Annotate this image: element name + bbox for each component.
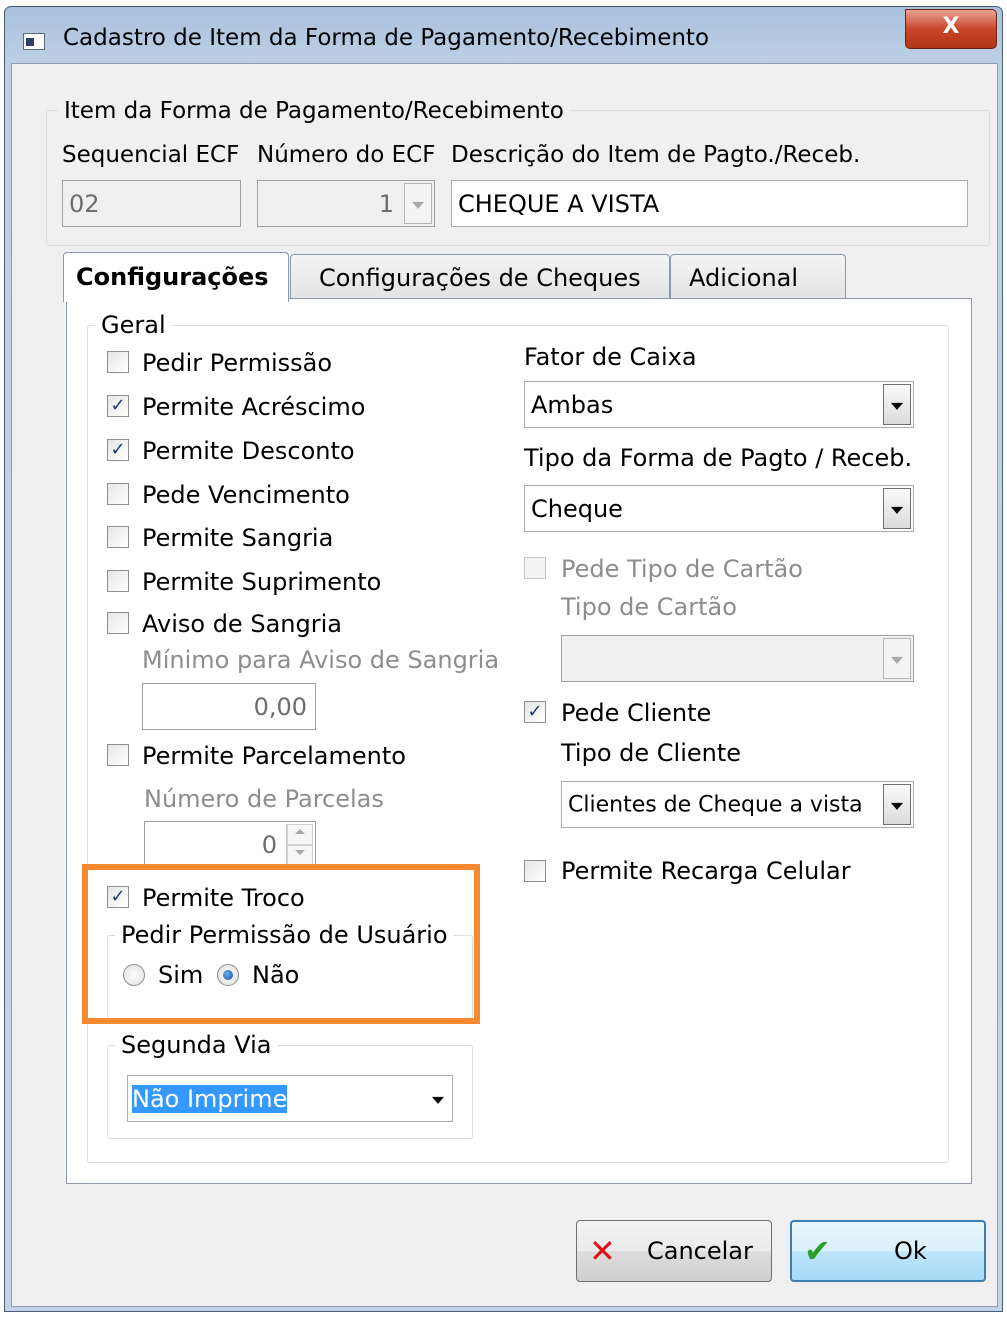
minimo-aviso-label: Mínimo para Aviso de Sangria (142, 646, 500, 674)
segunda-via-legend: Segunda Via (115, 1031, 278, 1059)
pede-tipo-cartao-checkbox[interactable] (524, 557, 546, 579)
check-icon: ✓ (110, 395, 126, 416)
title-bar[interactable]: Cadastro de Item da Forma de Pagamento/R… (5, 7, 1002, 65)
descricao-input[interactable]: CHEQUE A VISTA (451, 180, 968, 227)
close-icon: X (942, 14, 960, 39)
parcelas-stepper[interactable] (286, 824, 313, 865)
check-icon: ✓ (110, 439, 126, 460)
fator-caixa-dropdown-button[interactable] (883, 384, 911, 425)
window-icon (23, 33, 45, 50)
close-icon: ✕ (589, 1232, 616, 1270)
permite-parcelamento-checkbox[interactable] (107, 744, 129, 766)
window-title: Cadastro de Item da Forma de Pagamento/R… (63, 25, 710, 51)
chevron-down-icon (891, 656, 903, 664)
pede-cliente-label: Pede Cliente (561, 699, 712, 727)
pedir-permissao-label: Pedir Permissão (142, 349, 333, 377)
tipo-cliente-select[interactable]: Clientes de Cheque a vista (561, 781, 914, 828)
descricao-label: Descrição do Item de Pagto./Receb. (451, 142, 861, 168)
permite-sangria-checkbox[interactable] (107, 526, 129, 548)
sequencial-field[interactable]: 02 (62, 180, 241, 227)
ok-button[interactable]: ✔ Ok (790, 1220, 986, 1282)
fator-caixa-select[interactable]: Ambas (524, 381, 914, 428)
check-icon: ✔ (804, 1232, 831, 1270)
minimo-aviso-input[interactable]: 0,00 (142, 683, 316, 730)
dialog-window: Cadastro de Item da Forma de Pagamento/R… (4, 6, 1003, 1312)
check-icon: ✓ (527, 701, 543, 722)
tab-configuracoes[interactable]: Configurações (63, 252, 289, 302)
tipo-cartao-label: Tipo de Cartão (561, 593, 737, 621)
numero-parcelas-spinner[interactable]: 0 (144, 821, 316, 868)
tipo-cartao-dropdown-button[interactable] (883, 638, 911, 679)
tab-adicional[interactable]: Adicional (670, 254, 846, 298)
chevron-down-icon (891, 506, 903, 514)
permite-acrescimo-checkbox[interactable]: ✓ (107, 395, 129, 417)
permite-sangria-label: Permite Sangria (142, 524, 334, 552)
pede-vencimento-label: Pede Vencimento (142, 481, 350, 509)
tipo-cliente-label: Tipo de Cliente (561, 739, 742, 767)
cancel-button[interactable]: ✕ Cancelar (576, 1220, 772, 1282)
dialog-body: Item da Forma de Pagamento/Recebimento S… (11, 63, 998, 1307)
tab-configuracoes-cheques[interactable]: Configurações de Cheques (290, 254, 670, 298)
fator-caixa-label: Fator de Caixa (524, 343, 697, 371)
spin-up-icon[interactable] (287, 824, 313, 845)
pedir-permissao-checkbox[interactable] (107, 351, 129, 373)
chevron-down-icon (412, 201, 424, 209)
permite-parcelamento-label: Permite Parcelamento (142, 742, 406, 770)
chevron-down-icon (891, 802, 903, 810)
tipo-forma-dropdown-button[interactable] (883, 488, 911, 529)
sequencial-label: Sequencial ECF (62, 142, 240, 168)
permite-suprimento-label: Permite Suprimento (142, 568, 382, 596)
pede-vencimento-checkbox[interactable] (107, 483, 129, 505)
tab-panel-configuracoes: Geral Pedir Permissão ✓ Permite Acréscim… (66, 298, 972, 1184)
close-button[interactable]: X (905, 9, 997, 49)
tipo-cliente-dropdown-button[interactable] (883, 784, 911, 825)
numero-ecf-combo[interactable]: 1 (257, 180, 435, 227)
chevron-down-icon (432, 1096, 444, 1104)
permite-desconto-label: Permite Desconto (142, 437, 355, 465)
chevron-down-icon (891, 402, 903, 410)
segunda-via-select[interactable]: Não Imprime (127, 1075, 453, 1122)
aviso-sangria-checkbox[interactable] (107, 612, 129, 634)
geral-legend: Geral (95, 311, 172, 339)
permite-recarga-label: Permite Recarga Celular (561, 857, 851, 885)
tipo-forma-select[interactable]: Cheque (524, 485, 914, 532)
permite-recarga-checkbox[interactable] (524, 860, 546, 882)
numero-ecf-dropdown-button[interactable] (404, 183, 432, 224)
spin-down-icon[interactable] (287, 844, 313, 865)
pede-cliente-checkbox[interactable]: ✓ (524, 701, 546, 723)
permite-suprimento-checkbox[interactable] (107, 570, 129, 592)
numero-ecf-label: Número do ECF (257, 142, 436, 168)
tipo-forma-label: Tipo da Forma de Pagto / Receb. (524, 444, 913, 472)
highlight-annotation (82, 864, 480, 1024)
numero-parcelas-label: Número de Parcelas (144, 785, 384, 813)
tipo-cartao-select[interactable] (561, 635, 914, 682)
item-groupbox-legend: Item da Forma de Pagamento/Recebimento (58, 98, 570, 124)
permite-acrescimo-label: Permite Acréscimo (142, 393, 366, 421)
permite-desconto-checkbox[interactable]: ✓ (107, 439, 129, 461)
pede-tipo-cartao-label: Pede Tipo de Cartão (561, 555, 803, 583)
aviso-sangria-label: Aviso de Sangria (142, 610, 342, 638)
